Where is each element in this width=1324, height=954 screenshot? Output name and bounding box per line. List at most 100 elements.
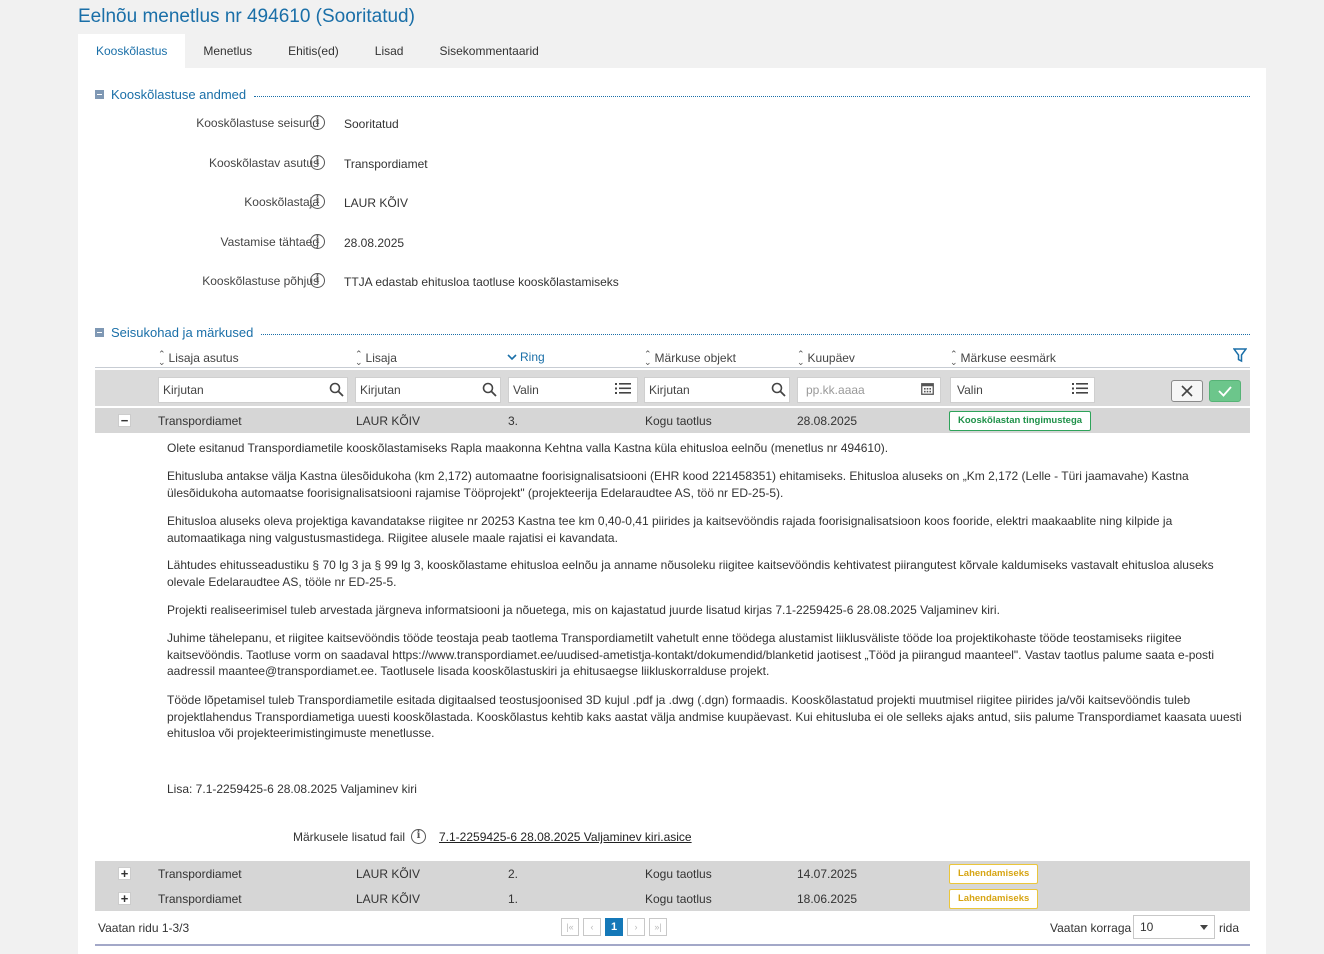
cell-ring: 3. (508, 414, 519, 428)
column-header-objekt[interactable]: ⌃ ⌄ Märkuse objekt (644, 349, 736, 367)
detail-attachment-note: Lisa: 7.1-2259425-6 28.08.2025 Valjamine… (167, 782, 417, 796)
cell-objekt: Kogu taotlus (645, 414, 712, 428)
cell-asutus: Transpordiamet (158, 892, 242, 906)
row-count: Vaatan ridu 1-3/3 (98, 921, 190, 935)
field-asutus: Kooskõlastav asutus i Transpordiamet (78, 154, 778, 174)
column-header-kuupaev[interactable]: ⌃ ⌄ Kuupäev (797, 349, 855, 367)
table-row[interactable]: + Transpordiamet LAUR KÕIV 1. Kogu taotl… (95, 886, 1250, 911)
tab-lisad[interactable]: Lisad (357, 34, 422, 68)
cell-asutus: Transpordiamet (158, 414, 242, 428)
section-header-remarks: Seisukohad ja märkused (95, 323, 1250, 341)
section-divider (261, 333, 1250, 335)
cell-kuupaev: 28.08.2025 (797, 414, 858, 428)
pager-current-page[interactable]: 1 (605, 918, 623, 936)
section-title: Seisukohad ja märkused (111, 324, 254, 340)
info-icon[interactable]: i (310, 273, 325, 288)
tab-ehitised[interactable]: Ehitis(ed) (270, 34, 357, 68)
info-icon[interactable]: i (310, 115, 325, 130)
pager: |« ‹ 1 › »| (561, 918, 667, 936)
table-row[interactable]: + Transpordiamet LAUR KÕIV 2. Kogu taotl… (95, 861, 1250, 886)
cell-ring: 2. (508, 867, 519, 881)
detail-paragraph: Projekti realiseerimisel tuleb arvestada… (167, 603, 1000, 617)
tab-sisekommentaarid[interactable]: Sisekommentaarid (421, 34, 556, 68)
collapse-icon[interactable] (95, 327, 104, 337)
list-icon[interactable] (1072, 382, 1088, 395)
search-icon[interactable] (771, 382, 786, 397)
filter-lisaja-input[interactable]: Kirjutan (355, 377, 501, 403)
chevron-down-icon (1200, 925, 1208, 930)
cell-lisaja: LAUR KÕIV (356, 414, 421, 428)
info-icon[interactable]: i (310, 155, 325, 170)
grid-header: ⌃ ⌄ Lisaja asutus ⌃ ⌄ Lisaja Ring ⌃ ⌄ Märkuse … (95, 344, 1250, 368)
per-page-suffix: rida (1219, 921, 1240, 935)
plus-icon[interactable]: + (118, 867, 131, 880)
cell-kuupaev: 14.07.2025 (797, 867, 858, 881)
search-icon[interactable] (482, 382, 497, 397)
cell-kuupaev: 18.06.2025 (797, 892, 858, 906)
collapse-icon[interactable] (95, 89, 104, 99)
pager-prev-button[interactable]: ‹ (583, 918, 601, 936)
calendar-icon[interactable] (921, 382, 934, 395)
filter-kuupaev-input[interactable]: pp.kk.aaaa (797, 377, 941, 403)
field-label: Kooskõlastav asutus (208, 156, 319, 170)
per-page-select[interactable]: 10 (1133, 915, 1215, 939)
field-value: Transpordiamet (344, 157, 428, 171)
main-panel: Kooskõlastuse andmed Kooskõlastuse seisu… (78, 68, 1266, 954)
field-value: Sooritatud (344, 117, 399, 131)
info-icon[interactable]: i (310, 194, 325, 209)
page-title: Eelnõu menetlus nr 494610 (Sooritatud) (78, 6, 415, 27)
detail-paragraph: Tööde lõpetamisel tuleb Transpordiametil… (167, 693, 1242, 740)
field-label: Kooskõlastaja (244, 195, 319, 209)
field-seisund: Kooskõlastuse seisund i Sooritatud (78, 114, 778, 134)
attached-file-label: Märkusele lisatud fail (293, 830, 406, 844)
bottom-divider (95, 944, 1250, 946)
per-page-value: 10 (1140, 920, 1154, 934)
grid-footer: Vaatan ridu 1-3/3 |« ‹ 1 › »| Vaatan kor… (95, 915, 1250, 945)
column-header-ring[interactable]: Ring (507, 350, 545, 364)
pager-last-button[interactable]: »| (649, 918, 667, 936)
tab-menetlus[interactable]: Menetlus (185, 34, 270, 68)
filter-row: Kirjutan Kirjutan Valin Kirjutan pp.kk.a… (95, 370, 1250, 406)
attached-file-link[interactable]: 7.1-2259425-6 28.08.2025 Valjaminev kiri… (439, 830, 692, 844)
info-icon[interactable]: i (310, 234, 325, 249)
pager-first-button[interactable]: |« (561, 918, 579, 936)
info-icon[interactable]: i (411, 829, 426, 844)
filter-lisaja-asutus-input[interactable]: Kirjutan (158, 377, 348, 403)
column-header-lisaja-asutus[interactable]: ⌃ ⌄ Lisaja asutus (158, 349, 239, 367)
search-icon[interactable] (329, 382, 344, 397)
per-page-label: Vaatan korraga (1050, 921, 1132, 935)
detail-paragraph: Ehitusloa aluseks oleva projektiga kavan… (167, 514, 1173, 545)
cell-lisaja: LAUR KÕIV (356, 867, 421, 881)
sort-icon: ⌃ ⌄ (158, 349, 166, 367)
status-badge: Lahendamiseks (949, 864, 1039, 884)
sort-icon: ⌃ ⌄ (644, 349, 652, 367)
minus-icon[interactable]: − (118, 414, 131, 427)
filter-objekt-input[interactable]: Kirjutan (644, 377, 790, 403)
section-divider (254, 95, 1250, 97)
detail-paragraph: Lähtudes ehitusseadustiku § 70 lg 3 ja §… (167, 558, 1214, 589)
pager-next-button[interactable]: › (627, 918, 645, 936)
column-header-eesmark[interactable]: ⌃ ⌄ Märkuse eesmärk (950, 350, 1056, 367)
field-value: 28.08.2025 (344, 236, 405, 250)
tab-bar: Kooskõlastus Menetlus Ehitis(ed) Lisad S… (78, 34, 557, 68)
field-tahtaeg: Vastamise tähtaeg i 28.08.2025 (78, 233, 778, 253)
plus-icon[interactable]: + (118, 892, 131, 905)
table-row[interactable]: − Transpordiamet LAUR KÕIV 3. Kogu taotl… (95, 408, 1250, 433)
sort-icon: ⌃ ⌄ (355, 349, 363, 367)
field-value: TTJA edastab ehitusloa taotluse kooskõla… (344, 275, 619, 289)
list-icon[interactable] (615, 382, 631, 395)
cell-objekt: Kogu taotlus (645, 892, 712, 906)
tab-kooskolastus[interactable]: Kooskõlastus (78, 34, 186, 68)
field-label: Kooskõlastuse põhjus (202, 274, 319, 288)
apply-filter-button[interactable] (1209, 380, 1241, 402)
field-pohjus: Kooskõlastuse põhjus i TTJA edastab ehit… (78, 272, 778, 292)
detail-paragraph: Ehitusluba antakse välja Kastna ülesõidu… (167, 469, 1189, 500)
clear-filter-button[interactable] (1171, 380, 1203, 402)
sort-icon: ⌃ ⌄ (797, 349, 805, 367)
field-label: Kooskõlastuse seisund (196, 116, 319, 130)
cell-ring: 1. (508, 892, 519, 906)
section-header-data: Kooskõlastuse andmed (95, 85, 1250, 103)
detail-paragraph: Olete esitanud Transpordiametile kooskõl… (167, 441, 889, 455)
filter-icon[interactable] (1233, 348, 1247, 363)
column-header-lisaja[interactable]: ⌃ ⌄ Lisaja (355, 349, 397, 367)
